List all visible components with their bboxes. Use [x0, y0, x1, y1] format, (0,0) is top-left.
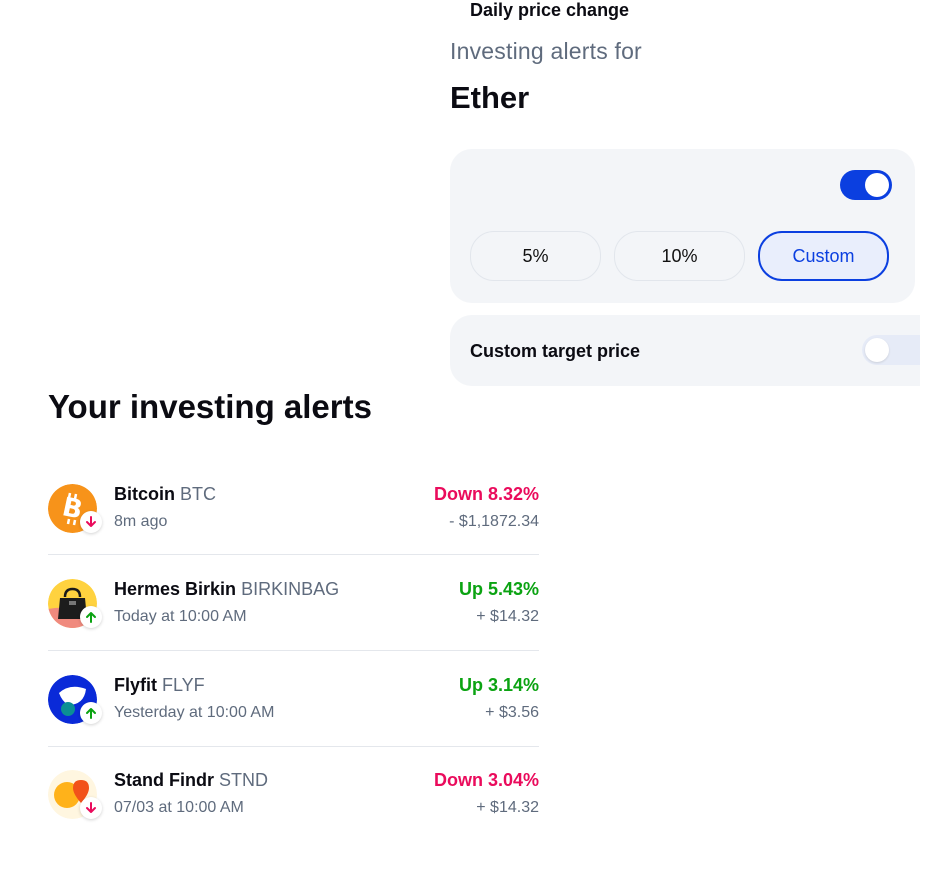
asset-ticker: BIRKINBAG: [241, 579, 340, 599]
asset-ticker: BTC: [180, 484, 216, 504]
price-change: Down 3.04%: [433, 770, 539, 790]
arrow-up-icon: [80, 606, 102, 628]
alert-asset-name-line: Stand Findr STND: [114, 770, 268, 791]
asset-title: Ether: [450, 80, 530, 115]
alert-time: 07/03 at 10:00 AM: [114, 799, 244, 816]
row-divider: [48, 553, 539, 555]
option-5-percent-button[interactable]: 5%: [470, 231, 601, 281]
daily-price-change-label: Daily price change: [470, 0, 630, 20]
alert-time: 8m ago: [114, 513, 168, 530]
row-divider: [48, 649, 539, 651]
alert-time: Yesterday at 10:00 AM: [114, 704, 275, 721]
panel-subtitle: Investing alerts for: [450, 38, 642, 64]
row-divider: [48, 745, 539, 747]
alert-row-flyfit[interactable]: Flyfit FLYF Yesterday at 10:00 AM Up 3.14…: [48, 675, 539, 770]
asset-name: Flyfit: [114, 675, 157, 695]
alert-asset-name-line: Hermes Birkin BIRKINBAG: [114, 579, 339, 600]
price-amount: - $1,1872.34: [449, 513, 539, 530]
price-amount: + $14.32: [476, 799, 539, 816]
price-amount: + $14.32: [476, 608, 539, 625]
alert-row-hermes-birkin[interactable]: Hermes Birkin BIRKINBAG Today at 10:00 AM…: [48, 579, 539, 674]
asset-ticker: STND: [219, 770, 268, 790]
option-10-percent-button[interactable]: 10%: [614, 231, 745, 281]
alert-row-bitcoin[interactable]: B Bitcoin BTC 8m ago Down 8.32% - $1,1872…: [48, 484, 539, 579]
asset-name: Stand Findr: [114, 770, 214, 790]
asset-ticker: FLYF: [162, 675, 205, 695]
arrow-down-icon: [80, 797, 102, 819]
toggle-knob: [865, 173, 889, 197]
arrow-up-icon: [80, 702, 102, 724]
toggle-knob: [865, 338, 889, 362]
asset-name: Hermes Birkin: [114, 579, 237, 599]
custom-target-price-toggle[interactable]: [862, 335, 920, 365]
price-change: Up 5.43%: [458, 579, 539, 599]
alert-time: Today at 10:00 AM: [114, 608, 247, 625]
alert-row-stand-findr[interactable]: Stand Findr STND 07/03 at 10:00 AM Down 3…: [48, 770, 539, 865]
price-change: Down 8.32%: [433, 484, 539, 504]
option-custom-button[interactable]: Custom: [758, 231, 889, 281]
daily-price-change-toggle[interactable]: [840, 170, 892, 200]
alert-asset-name-line: Bitcoin BTC: [114, 484, 216, 505]
asset-name: Bitcoin: [114, 484, 175, 504]
price-change: Up 3.14%: [458, 675, 539, 695]
alert-settings-panel: Investing alerts for Ether Daily price c…: [450, 0, 946, 400]
arrow-down-icon: [80, 511, 102, 533]
alert-asset-name-line: Flyfit FLYF: [114, 675, 205, 696]
custom-target-price-card: Custom target price: [450, 315, 920, 386]
alerts-title: Your investing alerts: [48, 388, 372, 425]
custom-target-price-label: Custom target price: [470, 341, 641, 361]
price-amount: + $3.56: [485, 704, 539, 721]
